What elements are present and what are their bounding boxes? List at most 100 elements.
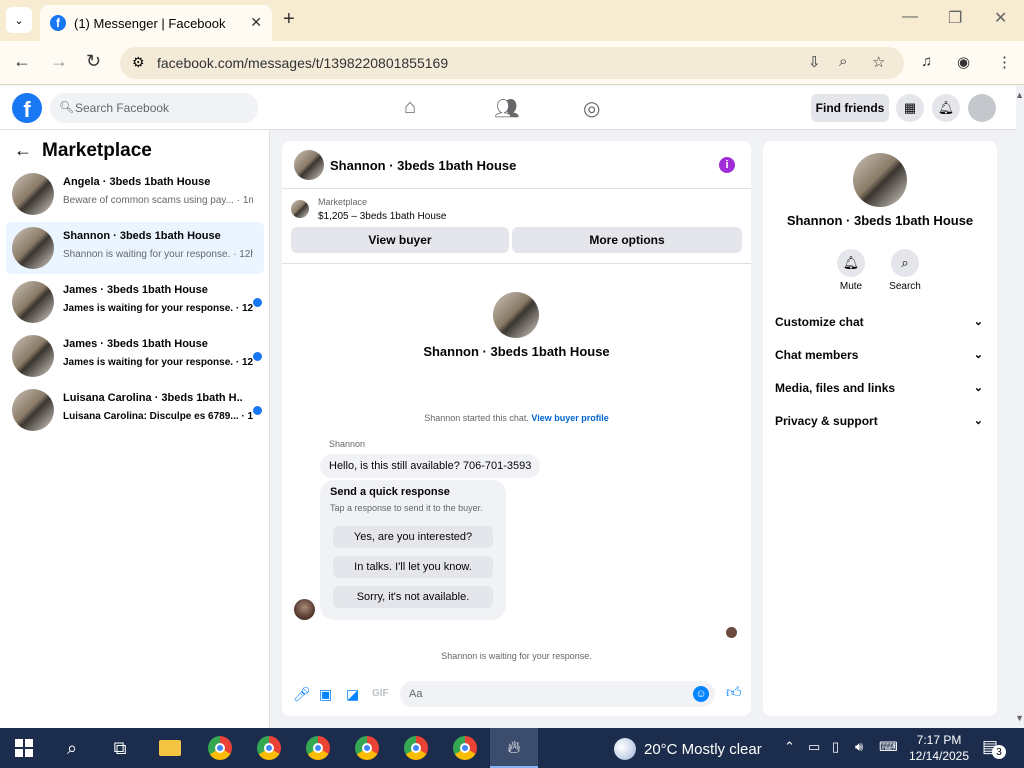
info-icon[interactable]: i <box>719 157 735 173</box>
clock[interactable]: 7:17 PM 12/14/2025 <box>908 732 970 764</box>
minimize-button[interactable]: — <box>902 8 918 26</box>
search-icon: 🔍︎ <box>59 100 75 114</box>
section-label: Customize chat <box>775 315 864 329</box>
unread-dot <box>253 406 262 415</box>
moon-icon <box>614 738 636 760</box>
menu-kebab-icon[interactable]: ⋮ <box>997 53 1012 71</box>
task-view-icon[interactable]: ⧉ <box>96 728 144 768</box>
browser-toolbar: ← → ↻ ⚙ facebook.com/messages/t/13982208… <box>0 41 1024 85</box>
weather-widget[interactable]: 20°C Mostly clear <box>614 738 762 760</box>
chat-profile-name: Shannon · 3beds 1bath House <box>423 344 610 359</box>
keyboard-icon[interactable]: ⌨ <box>879 739 898 755</box>
meet-icon[interactable]: ▭ <box>808 739 820 755</box>
emoji-icon[interactable]: ☺ <box>693 686 709 702</box>
site-info-icon[interactable]: ⚙ <box>132 54 145 71</box>
browser-tab-messenger[interactable]: f (1) Messenger | Facebook ✕ <box>40 5 272 41</box>
chrome-profile-icon[interactable] <box>245 728 293 768</box>
back-arrow-icon[interactable]: ← <box>14 140 32 161</box>
groups-icon[interactable]: ◎ <box>583 96 600 121</box>
mute-button[interactable]: 🔔︎ Mute <box>821 249 881 292</box>
conversation-name: Shannon · 3beds 1bath House <box>63 230 221 242</box>
listing-price-title[interactable]: $1,205 – 3beds 1bath House <box>318 211 446 222</box>
taskbar-search-icon[interactable]: ⌕ <box>48 728 96 768</box>
notifications-bell-icon[interactable]: 🔔︎ <box>932 94 960 122</box>
gif-icon[interactable]: GIF <box>372 688 389 699</box>
network-icon[interactable]: ▯ <box>832 739 839 755</box>
conversation-preview: Luisana Carolina: Disculpe es 6789... · … <box>63 411 253 422</box>
conversation-item[interactable]: Angela · 3beds 1bath House Beware of com… <box>6 168 264 220</box>
media-files-links-section[interactable]: Media, files and links ⌄ <box>775 381 987 401</box>
date-text: 12/14/2025 <box>908 749 970 763</box>
search-chat-button[interactable]: ⌕ Search <box>875 249 935 292</box>
chrome-profile-icon[interactable] <box>392 728 440 768</box>
customize-chat-section[interactable]: Customize chat ⌄ <box>775 315 987 335</box>
conversation-item[interactable]: Luisana Carolina · 3beds 1bath H... Luis… <box>6 384 264 436</box>
active-app-icon[interactable]: 🔥︎ <box>490 728 538 768</box>
restore-button[interactable]: ❐ <box>948 8 962 28</box>
conversation-item[interactable]: James · 3beds 1bath House James is waiti… <box>6 330 264 382</box>
view-buyer-profile-link[interactable]: View buyer profile <box>531 413 608 423</box>
profile-icon[interactable]: ◉ <box>957 53 970 71</box>
show-hidden-icons-chevron[interactable]: ⌃ <box>784 739 795 755</box>
quick-response-title: Send a quick response <box>330 486 450 498</box>
home-icon[interactable]: ⌂ <box>404 96 416 119</box>
conversation-name: Angela · 3beds 1bath House <box>63 176 211 188</box>
conversation-name: James · 3beds 1bath House <box>63 284 208 296</box>
photo-icon[interactable]: ▣ <box>319 686 332 703</box>
quick-response-subtitle: Tap a response to send it to the buyer. <box>330 503 483 513</box>
seen-indicator-avatar <box>726 627 737 638</box>
chevron-down-icon: ⌄ <box>973 349 983 361</box>
notification-center-icon[interactable]: ▤ 3 <box>982 737 1006 759</box>
chevron-down-icon: ⌄ <box>973 415 983 427</box>
new-tab-button[interactable]: + <box>283 8 295 31</box>
friends-icon[interactable]: 👥︎ <box>494 96 519 121</box>
chat-title[interactable]: Shannon · 3beds 1bath House <box>330 158 516 173</box>
bookmark-star-icon[interactable]: ☆ <box>872 53 885 71</box>
scroll-down-arrow[interactable]: ▼ <box>1015 713 1024 723</box>
sender-avatar <box>294 599 315 620</box>
search-facebook-input[interactable]: 🔍︎ Search Facebook <box>50 93 258 123</box>
file-explorer-icon[interactable] <box>146 728 194 768</box>
start-button[interactable] <box>0 728 48 768</box>
chrome-profile-icon[interactable] <box>343 728 391 768</box>
forward-button[interactable]: → <box>50 51 68 72</box>
thumbs-up-icon[interactable]: 👍︎ <box>726 684 742 702</box>
unread-dot <box>253 352 262 361</box>
reload-button[interactable]: ↻ <box>86 51 101 72</box>
address-bar[interactable]: ⚙ facebook.com/messages/t/13982208018551… <box>120 47 904 79</box>
view-buyer-button[interactable]: View buyer <box>291 227 509 253</box>
conversation-item-active[interactable]: Shannon · 3beds 1bath House Shannon is w… <box>6 222 264 274</box>
more-options-button[interactable]: More options <box>512 227 742 253</box>
back-button[interactable]: ← <box>13 51 31 72</box>
conversation-item[interactable]: James · 3beds 1bath House James is waiti… <box>6 276 264 328</box>
facebook-logo-icon[interactable]: f <box>12 93 42 123</box>
chat-members-section[interactable]: Chat members ⌄ <box>775 348 987 368</box>
find-friends-button[interactable]: Find friends <box>811 94 889 122</box>
account-avatar[interactable] <box>968 94 996 122</box>
scroll-up-arrow[interactable]: ▲ <box>1015 90 1024 100</box>
install-app-icon[interactable]: ⇩ <box>808 53 821 71</box>
menu-grid-icon[interactable]: ▦ <box>896 94 924 122</box>
marketplace-label: Marketplace <box>318 197 368 207</box>
listing-thumbnail <box>12 173 54 215</box>
zoom-icon[interactable]: ⌕ <box>839 53 847 70</box>
chrome-profile-icon[interactable] <box>294 728 342 768</box>
microphone-icon[interactable]: 🎤︎ <box>293 686 311 703</box>
close-window-button[interactable]: ✕ <box>994 8 1007 28</box>
tab-search-dropdown[interactable]: ⌄ <box>6 7 32 33</box>
chrome-profile-icon[interactable] <box>441 728 489 768</box>
quick-response-option[interactable]: In talks. I'll let you know. <box>333 556 493 578</box>
quick-response-option[interactable]: Yes, are you interested? <box>333 526 493 548</box>
conversation-preview: James is waiting for your response. · 12… <box>63 303 253 314</box>
search-placeholder: Search Facebook <box>75 101 170 115</box>
quick-response-option[interactable]: Sorry, it's not available. <box>333 586 493 608</box>
message-input[interactable]: Aa ☺ <box>400 681 715 707</box>
conversation-preview: James is waiting for your response. · 12… <box>63 357 253 368</box>
chrome-profile-icon[interactable] <box>196 728 244 768</box>
volume-icon[interactable]: 🔊︎ <box>855 739 863 755</box>
privacy-support-section[interactable]: Privacy & support ⌄ <box>775 414 987 434</box>
sticker-icon[interactable]: ◪ <box>346 686 359 703</box>
chat-header-avatar[interactable] <box>294 150 324 180</box>
media-controls-icon[interactable]: ♫ <box>921 53 932 70</box>
close-tab-icon[interactable]: ✕ <box>250 14 262 31</box>
